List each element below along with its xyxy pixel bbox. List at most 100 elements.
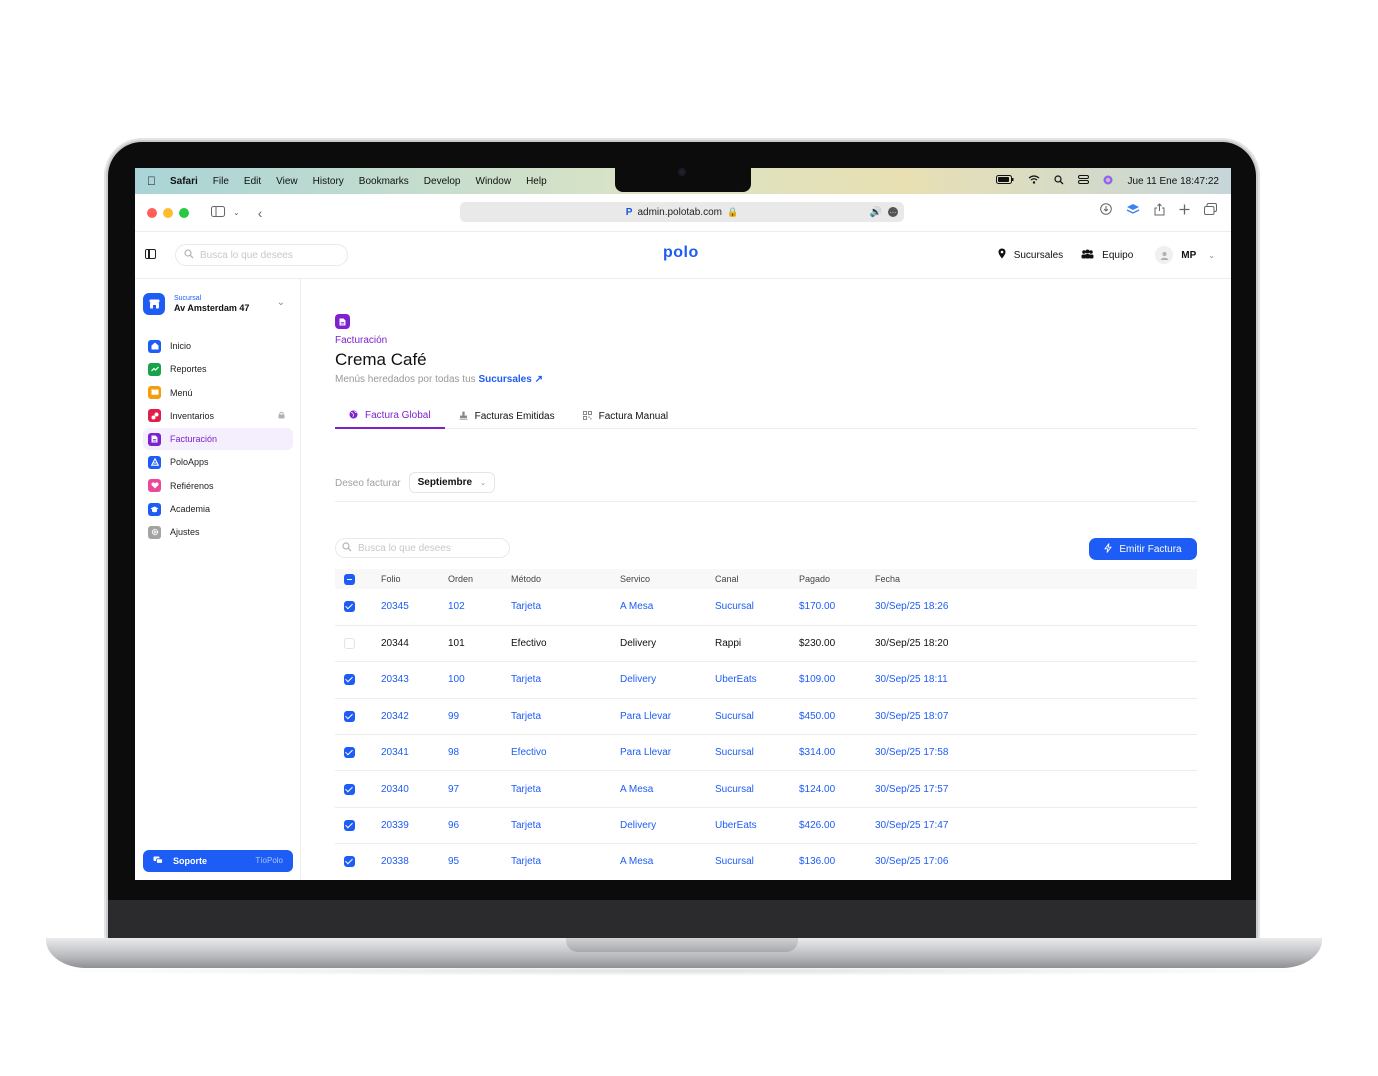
sound-icon[interactable]: 🔊 — [870, 207, 882, 218]
table-search-input[interactable] — [358, 542, 498, 554]
new-tab-icon[interactable] — [1179, 203, 1190, 219]
row-checkbox[interactable] — [344, 710, 355, 722]
tab-label: Factura Global — [365, 409, 431, 421]
select-all-checkbox[interactable] — [344, 573, 355, 585]
branch-selector[interactable]: Sucursal Av Amsterdam 47 ⌄ — [143, 291, 293, 317]
menu-view[interactable]: View — [276, 176, 298, 187]
column-header-metodo[interactable]: Método — [511, 569, 620, 589]
siri-icon[interactable] — [1103, 175, 1113, 188]
user-menu[interactable]: MP ⌄ — [1155, 246, 1215, 264]
cell-metodo: Tarjeta — [511, 589, 620, 626]
global-search-input[interactable] — [200, 249, 340, 261]
menu-bookmarks[interactable]: Bookmarks — [359, 176, 409, 187]
chevron-down-icon[interactable]: ⌄ — [233, 208, 240, 217]
sidebar-item-facturacion[interactable]: Facturación — [143, 428, 293, 451]
control-center-icon[interactable] — [1078, 175, 1090, 187]
column-header-pagado[interactable]: Pagado — [799, 569, 875, 589]
row-checkbox-cell — [335, 625, 381, 663]
polo-logo[interactable]: polo — [663, 244, 699, 262]
battery-icon[interactable] — [996, 175, 1014, 187]
menu-help[interactable]: Help — [526, 176, 547, 187]
back-icon[interactable]: ‹ — [258, 205, 263, 221]
graduation-cap-icon — [148, 502, 161, 516]
table-row[interactable]: 20341 98 Efectivo Para Llevar Sucursal $… — [335, 734, 1197, 772]
column-header-orden[interactable]: Orden — [448, 569, 511, 589]
stamp-icon — [459, 411, 468, 422]
tab-factura-global[interactable]: Factura Global — [335, 403, 445, 429]
row-checkbox[interactable] — [344, 601, 355, 613]
row-checkbox-cell — [335, 734, 381, 772]
branches-button[interactable]: Sucursales — [998, 248, 1063, 262]
row-checkbox[interactable] — [344, 819, 355, 831]
sidebar-panel-icon[interactable] — [211, 204, 225, 222]
table-search[interactable] — [335, 538, 510, 558]
sidebar-item-ajustes[interactable]: Ajustes — [143, 521, 293, 543]
apple-icon[interactable]:  — [147, 174, 156, 188]
table-row[interactable]: 20343 100 Tarjeta Delivery UberEats $109… — [335, 661, 1197, 699]
spotlight-icon[interactable] — [1054, 174, 1064, 188]
table-row[interactable]: 20344 101 Efectivo Delivery Rappi $230.0… — [335, 625, 1197, 663]
row-checkbox[interactable] — [344, 674, 355, 686]
global-search[interactable] — [175, 244, 348, 266]
support-button[interactable]: Soporte TíoPolo — [143, 850, 293, 872]
url-text: admin.polotab.com — [637, 206, 722, 218]
download-icon[interactable] — [1100, 203, 1112, 219]
menu-app-name[interactable]: Safari — [170, 176, 198, 187]
tab-facturas-emitidas[interactable]: Facturas Emitidas — [445, 403, 569, 429]
wifi-icon[interactable] — [1028, 175, 1040, 187]
table-row[interactable]: 20345 102 Tarjeta A Mesa Sucursal $170.0… — [335, 589, 1197, 626]
tab-overview-icon[interactable] — [1204, 203, 1217, 219]
table-row[interactable]: 20338 95 Tarjeta A Mesa Sucursal $136.00… — [335, 843, 1197, 880]
sidebar-item-referenos[interactable]: Refiérenos — [143, 475, 293, 497]
menubar-datetime[interactable]: Jue 11 Ene 18:47:22 — [1127, 176, 1219, 187]
emit-invoice-button[interactable]: Emitir Factura — [1089, 538, 1197, 560]
cell-folio: 20339 — [381, 807, 448, 845]
month-select[interactable]: Septiembre ⌄ — [408, 472, 495, 493]
invoice-icon — [335, 314, 350, 329]
sidebar-item-inventarios[interactable]: Inventarios — [143, 405, 293, 427]
sidebar-item-menu[interactable]: Menú — [143, 382, 293, 404]
sidebar-item-inicio[interactable]: Inicio — [143, 335, 293, 357]
branches-link[interactable]: Sucursales ↗ — [478, 374, 543, 385]
sidebar-toggle-icon[interactable] — [145, 249, 156, 259]
sidebar-item-academia[interactable]: Academia — [143, 498, 293, 520]
share-icon[interactable] — [1154, 203, 1165, 219]
row-checkbox[interactable] — [344, 638, 355, 650]
menu-edit[interactable]: Edit — [244, 176, 261, 187]
cell-metodo: Tarjeta — [511, 843, 620, 880]
table-row[interactable]: 20339 96 Tarjeta Delivery UberEats $426.… — [335, 807, 1197, 845]
row-checkbox[interactable] — [344, 783, 355, 795]
address-bar[interactable]: P admin.polotab.com 🔒 🔊 … — [460, 202, 904, 222]
menu-window[interactable]: Window — [476, 176, 512, 187]
row-checkbox[interactable] — [344, 747, 355, 759]
menu-file[interactable]: File — [213, 176, 229, 187]
cell-servicio: A Mesa — [620, 770, 715, 808]
more-icon[interactable]: … — [888, 207, 898, 217]
sidebar-item-reportes[interactable]: Reportes — [143, 358, 293, 380]
cell-canal: UberEats — [715, 661, 799, 699]
menu-develop[interactable]: Develop — [424, 176, 461, 187]
close-window-button[interactable] — [147, 207, 157, 218]
tab-factura-manual[interactable]: Factura Manual — [569, 403, 682, 429]
column-header-canal[interactable]: Canal — [715, 569, 799, 589]
team-label: Equipo — [1102, 249, 1134, 261]
column-header-servicio[interactable]: Servico — [620, 569, 715, 589]
table-row[interactable]: 20340 97 Tarjeta A Mesa Sucursal $124.00… — [335, 770, 1197, 808]
team-button[interactable]: Equipo — [1081, 249, 1133, 262]
sidebar-item-poloapps[interactable]: PoloApps — [143, 451, 293, 473]
branch-label: Sucursal — [174, 295, 202, 302]
chevron-down-icon: ⌄ — [1208, 250, 1215, 260]
zoom-window-button[interactable] — [179, 207, 189, 218]
column-header-folio[interactable]: Folio — [381, 569, 448, 589]
menu-history[interactable]: History — [313, 176, 344, 187]
cell-pagado: $124.00 — [799, 770, 875, 808]
layers-icon[interactable] — [1126, 203, 1140, 219]
cell-servicio: A Mesa — [620, 589, 715, 626]
table-row[interactable]: 20342 99 Tarjeta Para Llevar Sucursal $4… — [335, 698, 1197, 736]
cell-servicio: Para Llevar — [620, 734, 715, 772]
column-header-fecha[interactable]: Fecha — [875, 569, 1197, 589]
header-actions: Sucursales Equipo MP ⌄ — [980, 246, 1215, 264]
row-checkbox[interactable] — [344, 856, 355, 868]
minimize-window-button[interactable] — [163, 207, 173, 218]
cell-metodo: Tarjeta — [511, 661, 620, 699]
